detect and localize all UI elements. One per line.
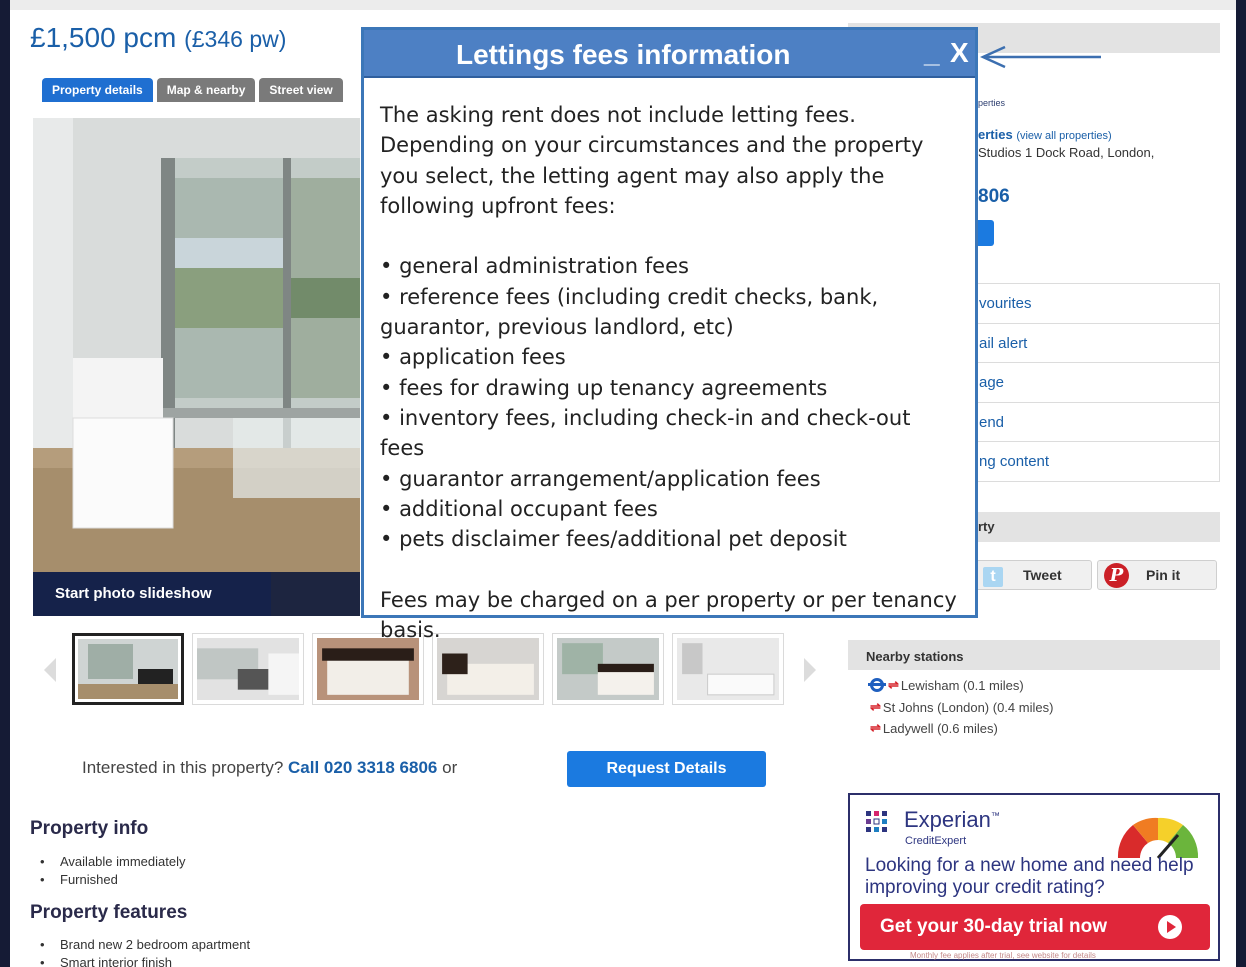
- property-features-list: Brand new 2 bedroom apartment Smart inte…: [40, 936, 250, 967]
- minimize-button[interactable]: _: [924, 37, 940, 69]
- station-item: ⇌ Ladywell (0.6 miles): [870, 719, 998, 737]
- station-item: ⇌ Lewisham (0.1 miles): [868, 676, 1024, 694]
- interest-line: Interested in this property? Call 020 33…: [82, 758, 457, 778]
- pin-label: Pin it: [1146, 567, 1181, 583]
- slideshow-bar: Start photo slideshow: [33, 572, 360, 616]
- price-monthly: £1,500 pcm: [30, 22, 177, 53]
- or-text: or: [442, 758, 458, 777]
- thumbnail-prev-arrow-icon[interactable]: [44, 658, 56, 682]
- price-weekly: (£346 pw): [184, 26, 287, 52]
- fees-footer: Fees may be charged on a per property or…: [380, 587, 957, 643]
- list-item: Brand new 2 bedroom apartment: [40, 936, 250, 954]
- pointer-arrow-icon: [979, 45, 1101, 69]
- thumbnail-next-arrow-icon[interactable]: [804, 658, 816, 682]
- right-frame-edge: [1236, 0, 1246, 967]
- share-heading: rty: [978, 519, 995, 534]
- main-property-photo[interactable]: [33, 118, 360, 572]
- national-rail-icon: ⇌: [888, 677, 899, 692]
- nearby-stations-heading: Nearby stations: [866, 649, 964, 664]
- modal-body: The asking rent does not include letting…: [380, 100, 960, 645]
- pinterest-icon: P: [1104, 563, 1129, 588]
- close-button[interactable]: X: [950, 37, 969, 69]
- agent-name-link[interactable]: erties: [978, 127, 1013, 142]
- experian-logo-icon: [866, 811, 887, 832]
- list-item: application fees: [380, 342, 960, 372]
- station-name: St Johns (London) (0.4 miles): [882, 699, 1054, 715]
- modal-title: Lettings fees information: [456, 39, 791, 70]
- thumbnail-1-image: [78, 639, 178, 699]
- ad-headline: Looking for a new home and need help imp…: [865, 855, 1194, 898]
- ad-small-print: Monthly fee applies after trial, see web…: [910, 951, 1096, 960]
- creditexpert-label: CreditExpert: [905, 835, 967, 847]
- list-item: pets disclaimer fees/additional pet depo…: [380, 524, 960, 554]
- credit-gauge-icon: [1117, 817, 1199, 859]
- tweet-button[interactable]: t Tweet: [974, 560, 1092, 590]
- agent-phone[interactable]: 806: [978, 186, 1010, 208]
- interest-text: Interested in this property?: [82, 758, 284, 777]
- fees-list: general administration fees reference fe…: [380, 251, 960, 554]
- thumbnail-1[interactable]: [72, 633, 184, 705]
- thumbnail-4-image: [437, 638, 539, 700]
- tab-street-view[interactable]: Street view: [259, 78, 343, 102]
- thumbnail-2-image: [197, 638, 299, 700]
- thumbnail-2[interactable]: [192, 633, 304, 705]
- experian-brand: Experian™: [904, 807, 1000, 832]
- fees-intro: The asking rent does not include letting…: [380, 103, 924, 218]
- agent-logo: perties: [978, 98, 1006, 108]
- request-details-button[interactable]: Request Details: [567, 751, 766, 787]
- left-frame-edge: [0, 0, 10, 967]
- property-info-heading: Property info: [30, 818, 149, 839]
- station-item: ⇌ St Johns (London) (0.4 miles): [870, 698, 1053, 716]
- list-item: Smart interior finish: [40, 954, 250, 967]
- tweet-label: Tweet: [1023, 567, 1062, 583]
- tab-property-details[interactable]: Property details: [42, 78, 153, 102]
- station-name: Lewisham (0.1 miles): [900, 677, 1024, 693]
- modal-header: Lettings fees information _ X: [364, 30, 975, 78]
- property-features-heading: Property features: [30, 902, 188, 923]
- list-item: Furnished: [40, 871, 186, 889]
- property-info-list: Available immediately Furnished: [40, 853, 186, 889]
- list-item: general administration fees: [380, 251, 960, 281]
- lettings-fees-modal: Lettings fees information _ X The asking…: [361, 27, 978, 642]
- list-item: reference fees (including credit checks,…: [380, 282, 960, 343]
- list-item: inventory fees, including check-in and c…: [380, 403, 960, 464]
- station-name: Ladywell (0.6 miles): [882, 720, 998, 736]
- start-slideshow-button[interactable]: Start photo slideshow: [33, 572, 271, 616]
- pin-it-button[interactable]: P Pin it: [1097, 560, 1217, 590]
- tab-map-nearby[interactable]: Map & nearby: [156, 78, 256, 102]
- play-arrow-icon: [1158, 915, 1182, 939]
- experian-advert[interactable]: Experian™ CreditExpert Looking for a new…: [848, 793, 1220, 961]
- thumbnail-3-image: [317, 638, 419, 700]
- list-item: Available immediately: [40, 853, 186, 871]
- listing-price: £1,500 pcm (£346 pw): [30, 22, 286, 54]
- underground-icon: [868, 678, 886, 692]
- thumbnail-6-image: [677, 638, 779, 700]
- room-photo-image: [33, 118, 360, 572]
- national-rail-icon: ⇌: [870, 699, 881, 714]
- agent-name: erties (view all properties): [978, 127, 1112, 142]
- thumbnail-5-image: [557, 638, 659, 700]
- call-phone-link[interactable]: Call 020 3318 6806: [288, 758, 437, 777]
- list-item: fees for drawing up tenancy agreements: [380, 373, 960, 403]
- listing-tabs: Property details Map & nearby Street vie…: [42, 78, 343, 102]
- list-item: guarantor arrangement/application fees: [380, 464, 960, 494]
- agent-address: Studios 1 Dock Road, London,: [978, 145, 1155, 160]
- twitter-icon: t: [983, 567, 1003, 587]
- list-item: additional occupant fees: [380, 494, 960, 524]
- view-all-properties-link[interactable]: (view all properties): [1016, 130, 1111, 142]
- national-rail-icon: ⇌: [870, 720, 881, 735]
